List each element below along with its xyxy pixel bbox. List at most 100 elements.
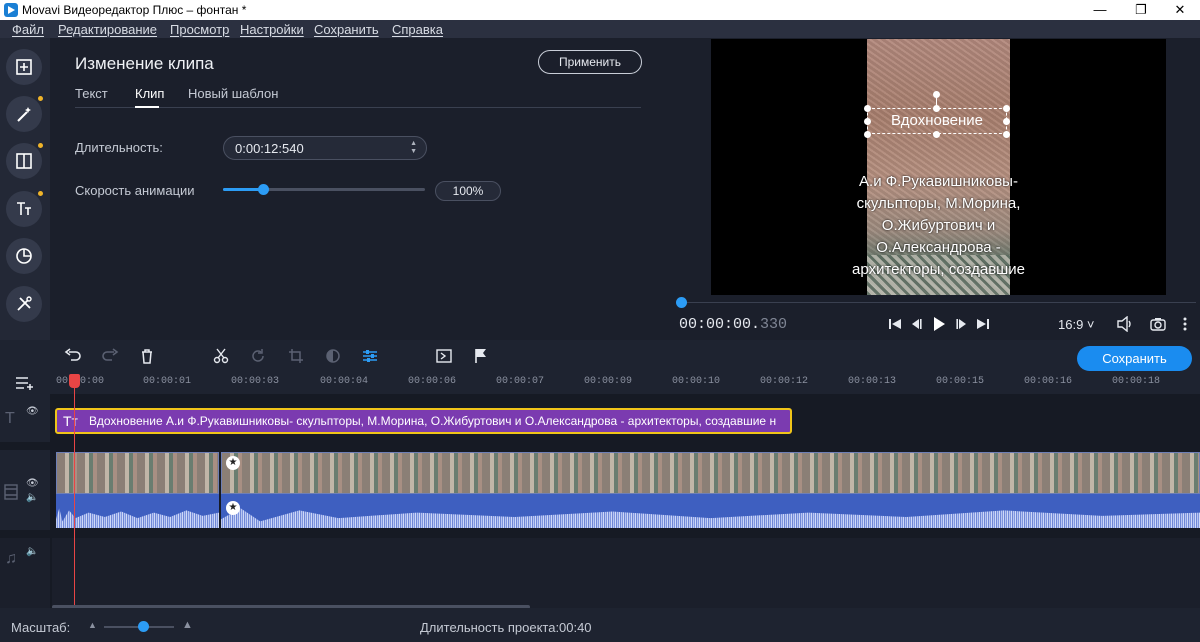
maximize-button[interactable]: ❐ <box>1121 0 1161 20</box>
redo-icon[interactable] <box>101 348 119 364</box>
menu-settings[interactable]: Настройки <box>240 22 304 37</box>
apply-button[interactable]: Применить <box>538 50 642 74</box>
ruler-tick: 00:00:12 <box>760 376 809 387</box>
menu-bar: Файл Редактирование Просмотр Настройки С… <box>0 20 1200 38</box>
waveform <box>56 508 219 528</box>
import-button[interactable] <box>6 49 42 85</box>
speaker-icon[interactable]: 🔈 <box>26 492 38 503</box>
add-track-icon[interactable] <box>15 376 35 390</box>
title-track-icon: T <box>5 410 15 427</box>
play-icon[interactable] <box>932 316 946 332</box>
star-icon: ★ <box>226 456 240 470</box>
step-back-icon[interactable] <box>910 318 922 330</box>
filters-button[interactable] <box>6 96 42 132</box>
title-track-header: T 👁 <box>0 394 50 442</box>
panel-title: Изменение клипа <box>75 54 214 73</box>
volume-icon[interactable] <box>1116 316 1134 332</box>
resize-handle[interactable] <box>1003 131 1010 138</box>
resize-handle[interactable] <box>1003 105 1010 112</box>
menu-file[interactable]: Файл <box>12 22 44 37</box>
magic-wand-icon <box>17 107 31 122</box>
ruler-tick: 00:00:15 <box>936 376 985 387</box>
skip-start-icon[interactable] <box>888 318 902 330</box>
undo-icon[interactable] <box>64 348 82 364</box>
menu-help[interactable]: Справка <box>392 22 443 37</box>
menu-save[interactable]: Сохранить <box>314 22 379 37</box>
zoom-label: Масштаб: <box>11 620 71 635</box>
transition-wizard-icon[interactable] <box>436 348 452 364</box>
new-badge <box>38 96 43 101</box>
aspect-ratio-select[interactable]: 16:9 ˅ <box>1058 317 1095 332</box>
visibility-eye-icon[interactable]: 👁 <box>26 406 39 417</box>
titles-icon <box>17 202 31 215</box>
transitions-icon <box>16 153 32 169</box>
stickers-button[interactable] <box>6 238 42 274</box>
zoom-out-icon[interactable]: ▲ <box>88 620 97 630</box>
tab-clip[interactable]: Клип <box>135 86 164 101</box>
speaker-icon[interactable]: 🔈 <box>26 546 38 557</box>
ruler-tick: 00:00:03 <box>231 376 280 387</box>
resize-handle[interactable] <box>933 131 940 138</box>
timecode-main: 00:00:00. <box>679 316 761 333</box>
color-adjust-icon[interactable] <box>325 348 341 364</box>
new-badge <box>38 191 43 196</box>
zoom-slider-handle[interactable] <box>137 621 149 632</box>
duration-stepper[interactable]: 0:00:12:540 ▲ ▼ <box>223 136 427 160</box>
ruler-tick: 00:00:18 <box>1112 376 1161 387</box>
tab-text[interactable]: Текст <box>75 86 108 101</box>
playhead-handle[interactable] <box>69 374 80 388</box>
marker-flag-icon[interactable] <box>474 348 488 364</box>
menu-view[interactable]: Просмотр <box>170 22 229 37</box>
audio-waveform-clip[interactable] <box>221 494 1200 528</box>
speed-value-field[interactable]: 100% <box>435 181 501 201</box>
ruler-tick: 00:00:10 <box>672 376 721 387</box>
clip-properties-icon[interactable] <box>362 348 378 364</box>
crop-icon[interactable] <box>288 348 304 364</box>
tools-button[interactable] <box>6 286 42 322</box>
music-track-header: ♫ 🔈 <box>0 538 50 608</box>
skip-end-icon[interactable] <box>976 318 990 330</box>
tab-new-template[interactable]: Новый шаблон <box>188 86 278 101</box>
video-track-icon <box>4 484 18 500</box>
stepper-arrows-icon[interactable]: ▲ ▼ <box>410 140 417 156</box>
video-clip[interactable] <box>221 452 1200 494</box>
close-button[interactable]: ✕ <box>1160 0 1200 20</box>
minimize-button[interactable]: — <box>1080 0 1120 20</box>
title-clip-icon: Tт <box>63 413 78 429</box>
resize-handle[interactable] <box>933 105 940 112</box>
rotate-handle[interactable] <box>933 91 940 98</box>
timecode-ms: 330 <box>760 316 788 333</box>
ruler-tick: 00:00:09 <box>584 376 633 387</box>
save-button[interactable]: Сохранить <box>1077 346 1192 371</box>
video-clip[interactable] <box>56 452 219 494</box>
resize-handle[interactable] <box>864 131 871 138</box>
music-track-area[interactable] <box>52 538 1200 608</box>
more-options-icon[interactable] <box>1182 316 1188 332</box>
step-forward-icon[interactable] <box>956 318 968 330</box>
rotate-icon[interactable] <box>250 348 266 364</box>
preview-seekbar[interactable] <box>676 302 1196 303</box>
tool-sidebar <box>0 38 50 340</box>
cut-icon[interactable] <box>213 348 229 364</box>
preview-title-text: Вдохновение <box>890 112 984 129</box>
active-tab-indicator <box>135 106 159 108</box>
duration-value[interactable]: 0:00:12:540 <box>235 141 304 156</box>
audio-waveform-clip[interactable] <box>56 494 219 528</box>
waveform <box>221 508 1200 528</box>
speed-slider-handle[interactable] <box>258 184 270 195</box>
snapshot-camera-icon[interactable] <box>1150 317 1166 331</box>
title-clip[interactable]: Tт Вдохновение А.и Ф.Рукавишниковы- скул… <box>55 408 792 434</box>
ruler-tick: 00:00:01 <box>143 376 192 387</box>
ruler-tick: 00:00:13 <box>848 376 897 387</box>
resize-handle[interactable] <box>864 105 871 112</box>
transitions-button[interactable] <box>6 143 42 179</box>
ruler-tick: 00:00:16 <box>1024 376 1073 387</box>
delete-icon[interactable] <box>140 348 154 364</box>
video-preview[interactable]: Вдохновение А.и Ф.Рукавишниковы- скульпт… <box>711 39 1166 295</box>
visibility-eye-icon[interactable]: 👁 <box>26 478 39 489</box>
titles-button[interactable] <box>6 191 42 227</box>
menu-edit[interactable]: Редактирование <box>58 22 157 37</box>
zoom-in-icon[interactable]: ▲ <box>182 619 193 631</box>
timeline-ruler[interactable]: 00:00:00 00:00:01 00:00:03 00:00:04 00:0… <box>50 372 1200 394</box>
preview-seek-handle[interactable] <box>676 297 687 308</box>
